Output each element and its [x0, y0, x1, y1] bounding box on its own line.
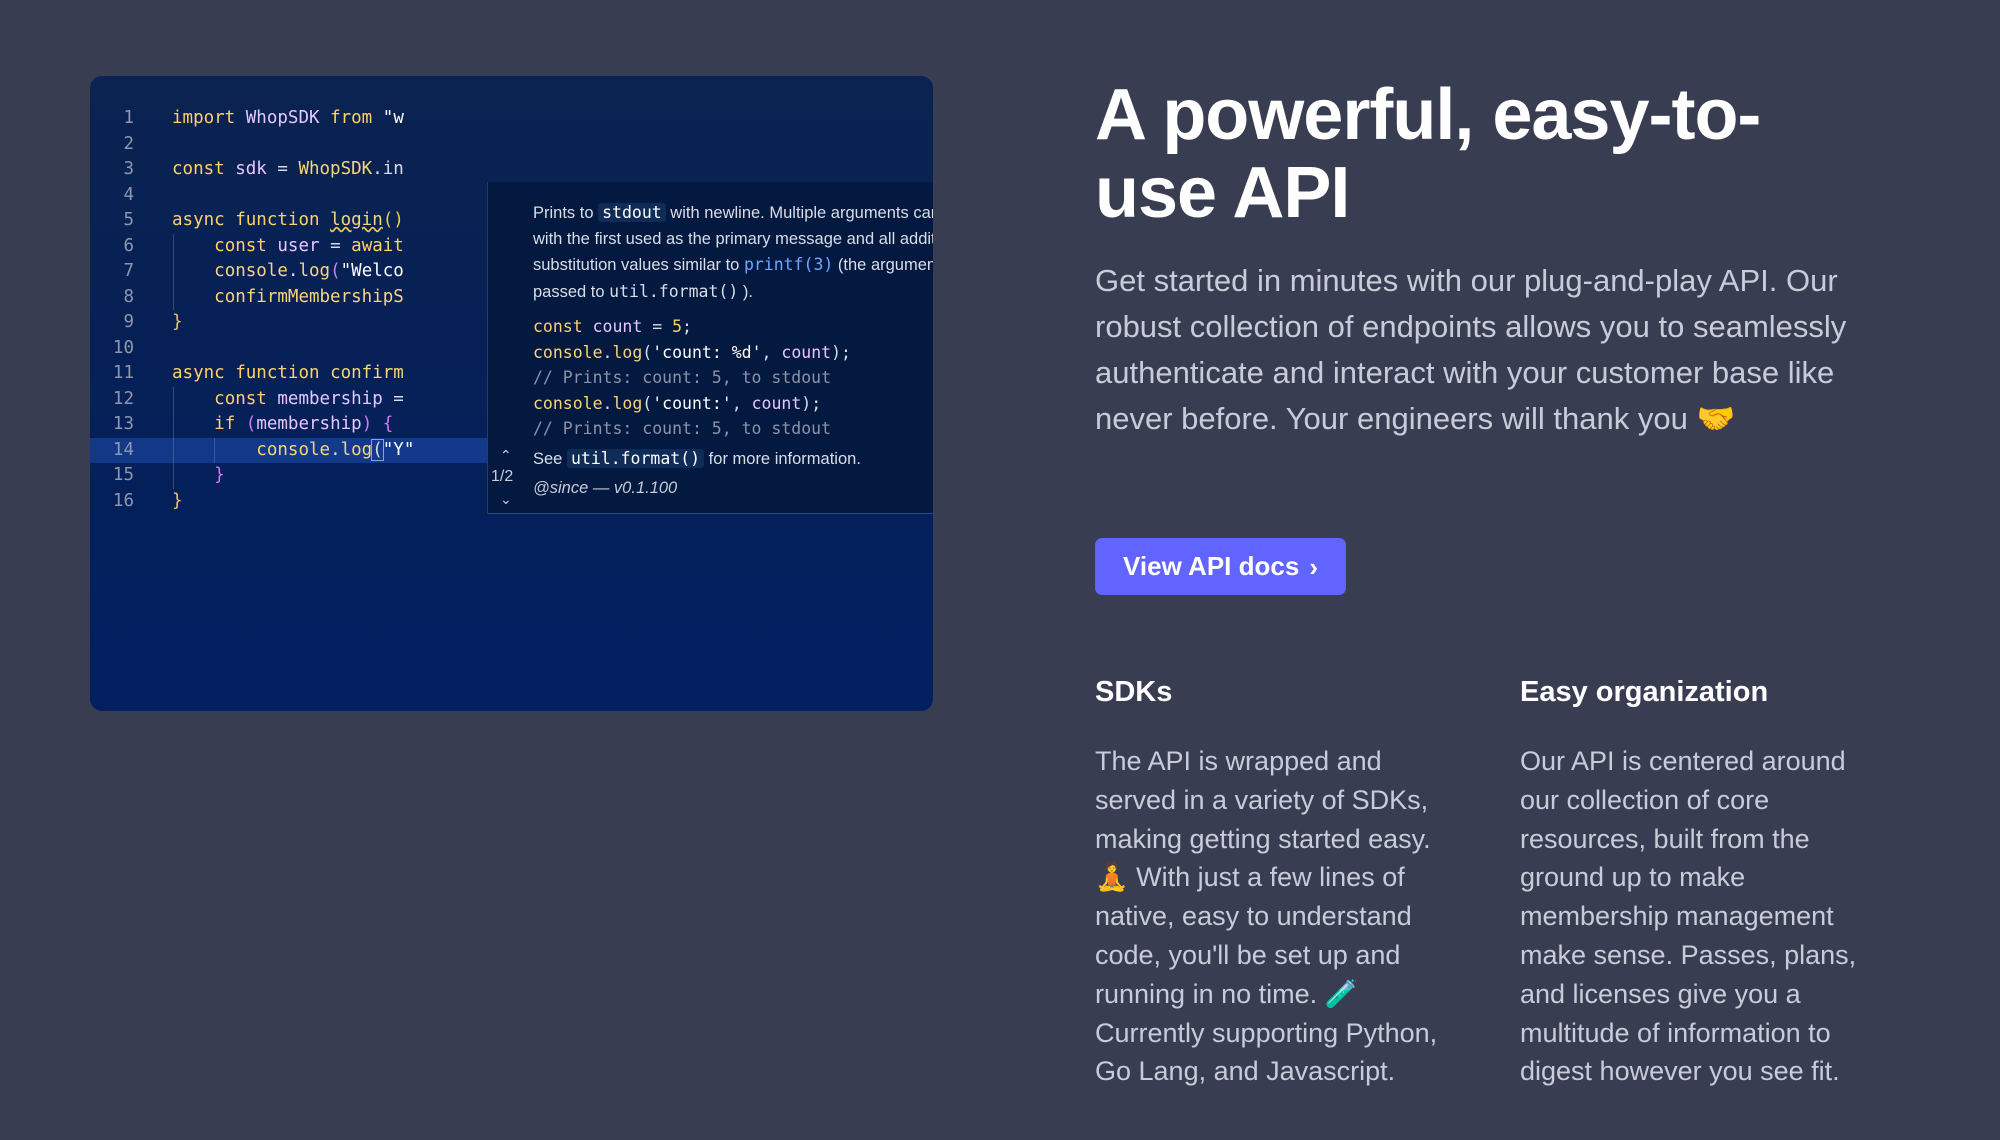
hover-doc-line: substitution values similar to printf(3)… [533, 255, 933, 274]
line-number: 12 [112, 388, 134, 409]
hover-documentation-popup: · · · · · · · · · · · · · · · · · · ⌃ 1/… [487, 182, 933, 514]
code-line[interactable]: 2 [90, 132, 933, 158]
hover-doc-text: Prints to stdout with newline. Multiple … [533, 200, 933, 305]
line-number: 7 [123, 261, 134, 281]
hover-doc-line: with the first used as the primary messa… [533, 229, 933, 248]
line-number: 9 [123, 312, 134, 332]
code-editor[interactable]: 1 import WhopSDK from "w 2 3 const sdk = Who… [90, 76, 933, 711]
code-line[interactable]: 3 const sdk = WhopSDK.in [90, 157, 933, 183]
view-api-docs-label: View API docs [1123, 551, 1300, 581]
indent-guide [173, 437, 174, 463]
feature-text-sdks: The API is wrapped and served in a varie… [1095, 746, 1438, 1087]
hover-since: @since — v0.1.100 [533, 479, 678, 497]
hover-code-line: console.log('count: %d', count); [533, 342, 851, 362]
code-text: async function confirm [172, 363, 404, 383]
line-number: 11 [112, 363, 134, 383]
code-text: } [214, 465, 225, 485]
code-text: } [172, 490, 183, 511]
indent-guide [214, 437, 215, 463]
line-number: 3 [123, 159, 134, 179]
chevron-up-icon[interactable]: ⌃ [500, 447, 512, 464]
hover-body: Prints to stdout with newline. Multiple … [533, 182, 933, 502]
code-text: const user = await [214, 235, 404, 256]
line-number: 15 [112, 465, 134, 485]
hover-code-example: const count = 5; console.log('count: %d',… [533, 314, 933, 442]
line-number: 8 [123, 286, 134, 307]
indent-guide [173, 463, 174, 489]
line-number: 16 [112, 490, 134, 511]
chevron-down-icon[interactable]: ⌄ [500, 491, 512, 508]
line-number: 1 [123, 108, 134, 128]
code-text: async function login() [172, 210, 404, 230]
indent-guide [173, 233, 174, 259]
code-text: } [172, 312, 183, 332]
hover-overload-nav[interactable]: ⌃ 1/2 ⌄ [488, 182, 526, 513]
hover-code-line: // Prints: count: 5, to stdout [533, 419, 832, 438]
code-text: console.log("Welco [214, 261, 404, 281]
line-number: 4 [123, 184, 134, 205]
hover-doc-line: Prints to stdout with newline. Multiple … [533, 203, 933, 222]
feature-title-sdks: SDKs [1095, 676, 1173, 708]
overload-counter: 1/2 [491, 468, 514, 485]
code-text: const membership = [214, 388, 404, 409]
feature-text-easy-organization: Our API is centered around our collectio… [1520, 746, 1857, 1087]
hover-see-also: See util.format() for more information. [533, 448, 861, 468]
code-text: confirmMembershipS [214, 286, 404, 307]
code-text: console.log("Y") [172, 438, 412, 464]
chevron-right-icon: › [1309, 552, 1318, 582]
hover-doc-line: passed to util.format() ). [533, 281, 753, 301]
page-title: A powerful, easy-to-use API [1095, 75, 1761, 233]
code-line[interactable]: 1 import WhopSDK from "w [90, 106, 933, 132]
line-number: 13 [112, 414, 134, 434]
hover-code-line: // Prints: count: 5, to stdout [533, 368, 832, 387]
line-number: 10 [112, 337, 134, 358]
hero-description: Get started in minutes with our plug-and… [1095, 263, 1847, 436]
line-number: 14 [112, 439, 134, 460]
code-text: const sdk = WhopSDK.in [172, 159, 404, 179]
indent-guide [173, 259, 174, 285]
hover-code-line: const count = 5; [533, 317, 692, 336]
indent-guide [173, 284, 174, 310]
view-api-docs-button[interactable]: View API docs › [1095, 538, 1346, 595]
code-text: import WhopSDK from "w [172, 108, 404, 128]
line-number: 5 [123, 210, 134, 230]
feature-title-easy-organization: Easy organization [1520, 676, 1769, 708]
hover-code-line: console.log('count:', count); [533, 393, 822, 413]
line-number: 6 [123, 235, 134, 256]
indent-guide [173, 412, 174, 438]
line-number: 2 [123, 133, 134, 154]
indent-guide [173, 386, 174, 412]
code-text: if (membership) { [214, 414, 394, 434]
